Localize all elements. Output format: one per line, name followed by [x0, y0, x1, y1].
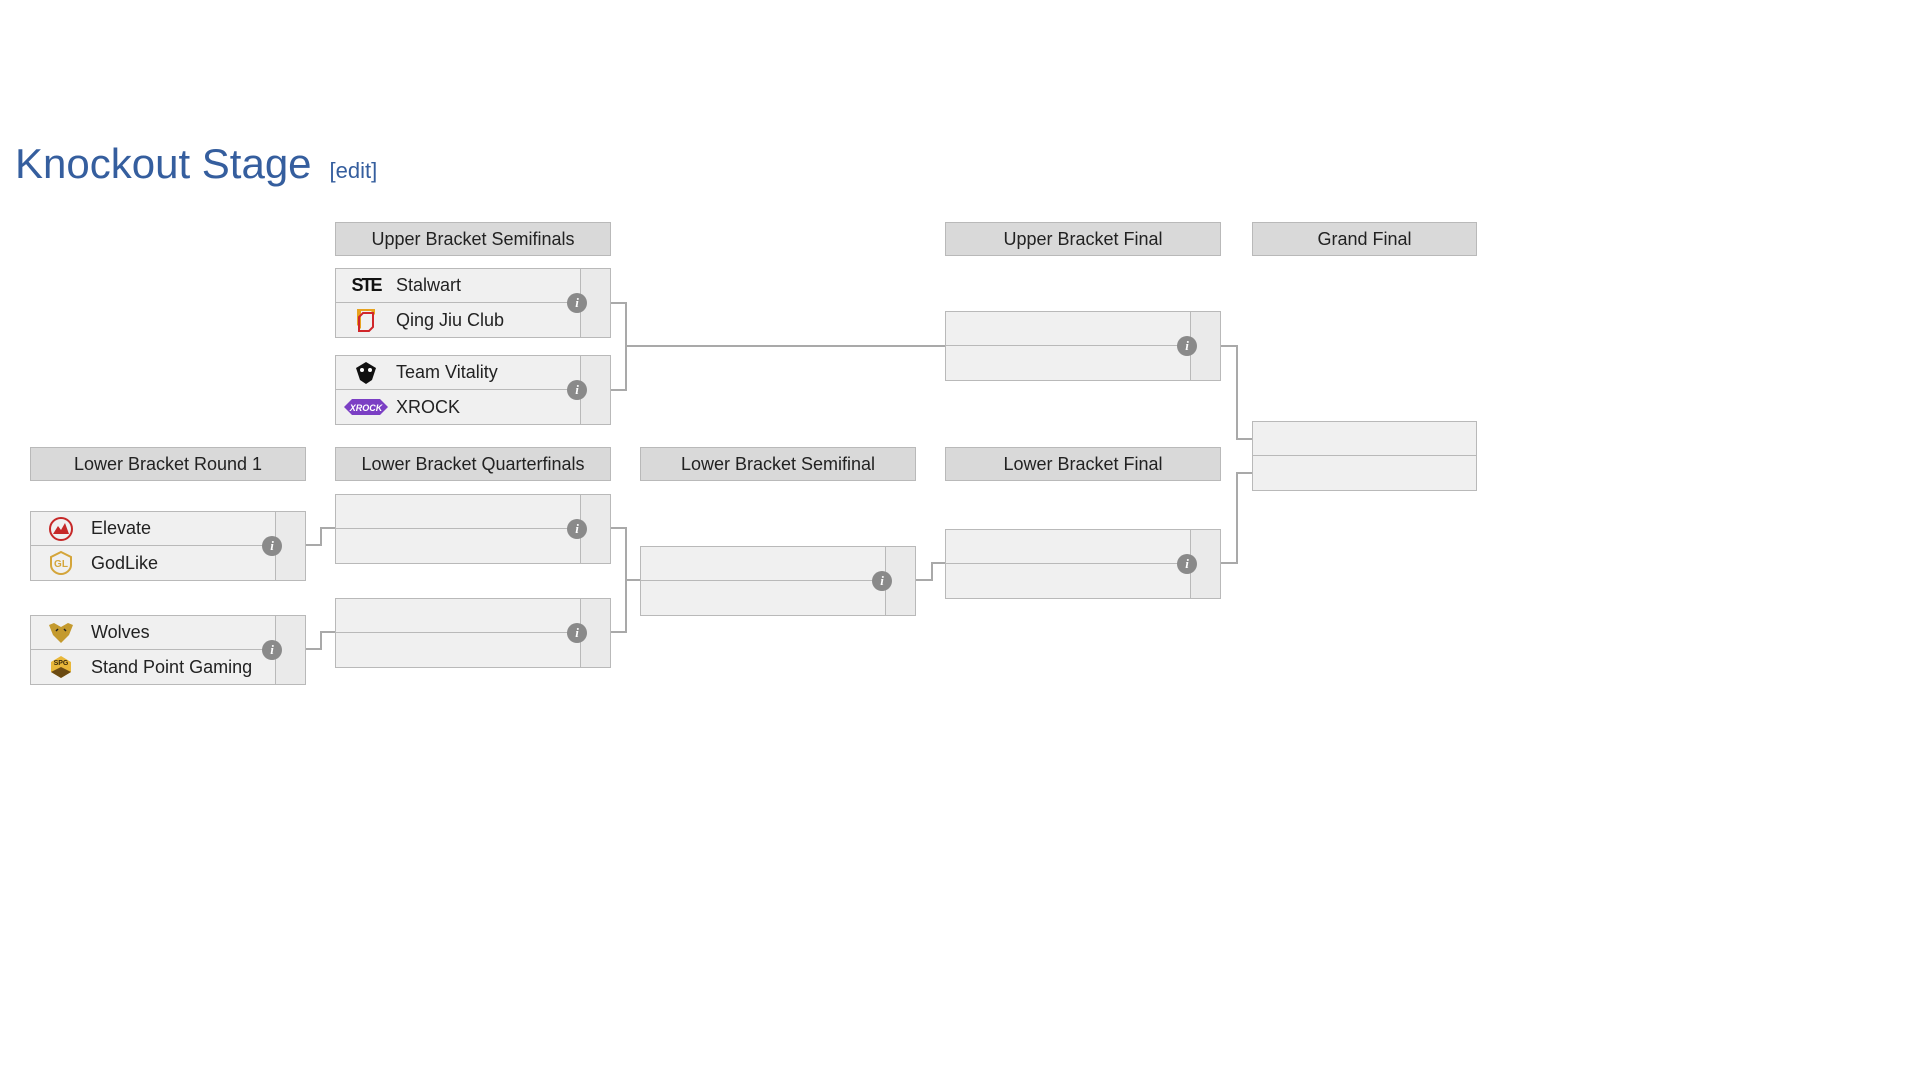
edit-link[interactable]: [edit]	[330, 158, 378, 184]
info-icon[interactable]: i	[1177, 336, 1197, 356]
info-icon[interactable]: i	[262, 640, 282, 660]
team-name: XROCK	[396, 397, 580, 418]
round-header-lbr1: Lower Bracket Round 1	[30, 447, 306, 481]
info-icon[interactable]: i	[262, 536, 282, 556]
team-logo-empty	[336, 633, 396, 667]
team-logo-empty	[641, 581, 701, 615]
round-header-lbf: Lower Bracket Final	[945, 447, 1221, 481]
round-header-lbsf: Lower Bracket Semifinal	[640, 447, 916, 481]
info-icon[interactable]: i	[567, 519, 587, 539]
team-logo-qjc	[336, 303, 396, 337]
team-logo-empty	[946, 346, 1006, 380]
info-icon[interactable]: i	[567, 380, 587, 400]
match-slot[interactable]	[1253, 422, 1476, 456]
team-logo-empty	[336, 599, 396, 633]
team-name: GodLike	[91, 553, 275, 574]
team-logo-elevate	[31, 512, 91, 546]
team-logo-empty	[946, 312, 1006, 346]
team-logo-spg: SPG	[31, 650, 91, 684]
team-logo-godlike: GL	[31, 546, 91, 580]
knockout-stage-section: Knockout Stage [edit] Upper Bracket Semi…	[0, 0, 1920, 942]
svg-text:XROCK: XROCK	[349, 403, 384, 413]
svg-text:GL: GL	[54, 559, 68, 570]
bracket-grid: Upper Bracket Semifinals Upper Bracket F…	[15, 222, 1915, 942]
team-logo-stalwart: STE	[336, 269, 396, 303]
svg-text:SPG: SPG	[54, 660, 69, 667]
team-name: Team Vitality	[396, 362, 580, 383]
team-logo-xrock: XROCK	[336, 390, 396, 424]
match-slot[interactable]	[1253, 456, 1476, 490]
info-icon[interactable]: i	[1177, 554, 1197, 574]
section-title: Knockout Stage	[15, 140, 312, 188]
team-name: Qing Jiu Club	[396, 310, 580, 331]
round-header-ubf: Upper Bracket Final	[945, 222, 1221, 256]
round-header-ubsf: Upper Bracket Semifinals	[335, 222, 611, 256]
team-logo-empty	[946, 564, 1006, 598]
info-icon[interactable]: i	[872, 571, 892, 591]
team-logo-vitality	[336, 356, 396, 390]
team-logo-wolves	[31, 616, 91, 650]
team-name: Wolves	[91, 622, 275, 643]
team-logo-empty	[1253, 456, 1313, 490]
info-icon[interactable]: i	[567, 623, 587, 643]
team-logo-empty	[641, 547, 701, 581]
round-header-gf: Grand Final	[1252, 222, 1477, 256]
team-name: Elevate	[91, 518, 275, 539]
info-icon[interactable]: i	[567, 293, 587, 313]
match-gf[interactable]	[1252, 421, 1477, 491]
round-header-lbqf: Lower Bracket Quarterfinals	[335, 447, 611, 481]
team-logo-empty	[1253, 422, 1313, 456]
team-name: Stalwart	[396, 275, 580, 296]
team-logo-empty	[336, 495, 396, 529]
team-name: Stand Point Gaming	[91, 657, 275, 678]
team-logo-empty	[336, 529, 396, 563]
section-heading: Knockout Stage [edit]	[15, 140, 1920, 188]
team-logo-empty	[946, 530, 1006, 564]
